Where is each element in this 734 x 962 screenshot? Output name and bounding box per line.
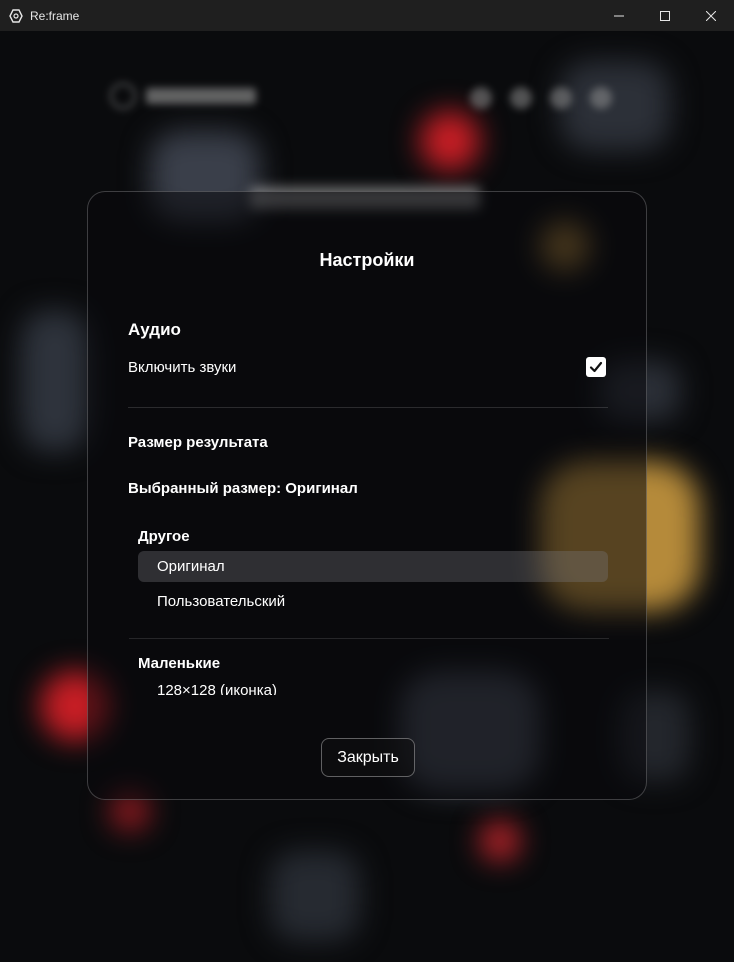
- checkmark-icon: [589, 361, 603, 373]
- group-label-other: Другое: [138, 528, 190, 545]
- output-size-heading: Размер результата: [128, 434, 268, 451]
- settings-dialog: Настройки Аудио Включить звуки Размер ре…: [87, 191, 647, 800]
- bg-icon: [590, 87, 612, 109]
- window-title: Re:frame: [30, 8, 80, 23]
- size-option-custom[interactable]: Пользовательский: [138, 586, 608, 617]
- selected-size-label: Выбранный размер: Оригинал: [128, 480, 358, 497]
- bg-header-icons: [470, 87, 612, 109]
- minimize-icon[interactable]: [596, 0, 642, 31]
- bg-shape: [270, 851, 360, 941]
- bg-red-orb: [480, 821, 520, 861]
- option-label: Пользовательский: [157, 593, 286, 610]
- section-divider: [128, 407, 608, 408]
- maximize-icon[interactable]: [642, 0, 688, 31]
- size-option-128[interactable]: 128×128 (иконка): [138, 675, 608, 695]
- enable-sounds-label: Включить звуки: [128, 358, 237, 376]
- group-label-small: Маленькие: [138, 655, 221, 672]
- bg-icon: [470, 87, 492, 109]
- enable-sounds-row: Включить звуки: [128, 357, 606, 377]
- bg-icon: [510, 87, 532, 109]
- window-titlebar: Re:frame: [0, 0, 734, 31]
- bg-icon: [550, 87, 572, 109]
- bg-logo-icon: [110, 83, 136, 109]
- dialog-title: Настройки: [319, 250, 415, 270]
- bg-shape: [20, 311, 90, 451]
- close-icon[interactable]: [688, 0, 734, 31]
- window-controls: [596, 0, 734, 31]
- size-option-original[interactable]: Оригинал: [138, 551, 608, 582]
- option-label: Оригинал: [157, 558, 225, 575]
- close-button[interactable]: Закрыть: [321, 738, 415, 777]
- app-logo-icon: [8, 8, 24, 24]
- list-divider: [129, 638, 609, 639]
- audio-section-heading: Аудио: [128, 320, 181, 339]
- bg-logo-text: [146, 88, 256, 104]
- size-options-list[interactable]: Другое Оригинал Пользовательский Маленьк…: [129, 517, 609, 695]
- enable-sounds-checkbox[interactable]: [586, 357, 606, 377]
- bg-red-orb: [420, 111, 480, 171]
- option-label: 128×128 (иконка): [157, 682, 277, 695]
- bg-app-header: [110, 83, 256, 109]
